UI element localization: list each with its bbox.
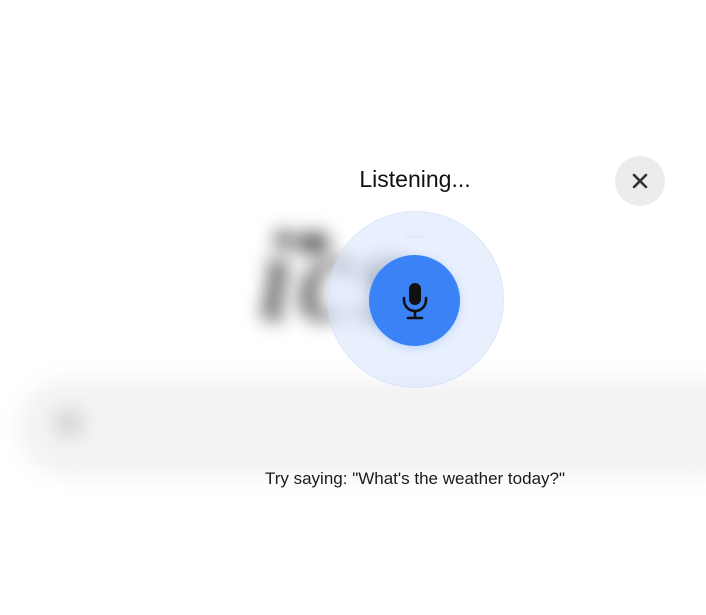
background-logo-dot xyxy=(296,232,330,254)
background-search-bar xyxy=(24,382,706,466)
listening-title: Listening... xyxy=(359,166,471,192)
pulse-ring-marker xyxy=(406,235,424,238)
background-search-icon xyxy=(54,408,84,438)
voice-search-screen: ics Listening... Try saying: "What's the… xyxy=(0,0,706,615)
microphone-button[interactable] xyxy=(369,255,460,346)
microphone-icon xyxy=(402,282,427,319)
close-icon xyxy=(632,173,648,189)
voice-hint-text: Try saying: "What's the weather today?" xyxy=(264,469,566,488)
close-button[interactable] xyxy=(615,156,665,206)
